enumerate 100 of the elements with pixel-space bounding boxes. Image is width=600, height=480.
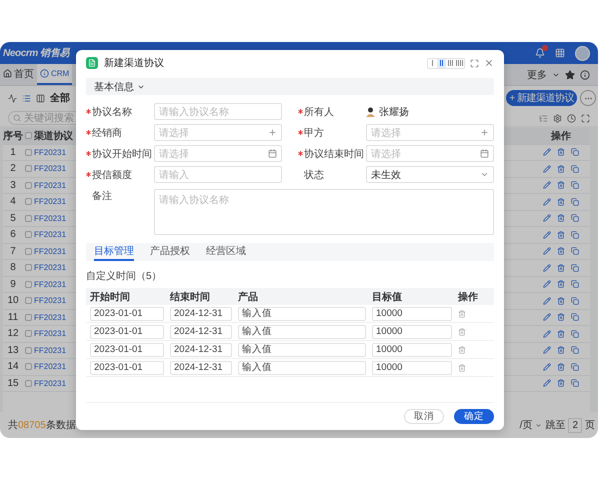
calendar-icon[interactable] [268, 149, 277, 158]
copy-icon[interactable] [571, 264, 579, 272]
agreement-link[interactable]: FF20231 [34, 230, 66, 240]
edit-icon[interactable] [543, 330, 551, 338]
agreement-link[interactable]: FF20231 [34, 148, 66, 157]
status-select[interactable]: 未生效 [366, 166, 494, 183]
delete-icon[interactable] [557, 362, 565, 371]
activity-icon[interactable] [8, 94, 17, 102]
row-checkbox[interactable] [25, 248, 32, 255]
layout-option[interactable] [455, 58, 464, 68]
edit-icon[interactable] [543, 379, 551, 388]
avatar[interactable] [575, 46, 590, 60]
info-icon[interactable] [580, 70, 590, 80]
copy-icon[interactable] [571, 230, 579, 239]
copy-icon[interactable] [571, 148, 579, 156]
edit-icon[interactable] [543, 214, 551, 222]
copy-icon[interactable] [571, 362, 579, 371]
agreement-link[interactable]: FF20231 [34, 312, 66, 322]
cancel-button[interactable]: 取消 [404, 409, 444, 424]
copy-icon[interactable] [571, 330, 579, 338]
delete-icon[interactable] [557, 198, 565, 206]
select-all-checkbox[interactable] [25, 132, 32, 140]
star-icon[interactable] [565, 70, 575, 80]
agreement-link[interactable]: FF20231 [34, 164, 66, 174]
plus-icon[interactable] [268, 128, 277, 137]
page-input[interactable]: 2 [568, 418, 582, 432]
agreement-link[interactable]: FF20231 [34, 378, 66, 388]
copy-icon[interactable] [571, 181, 579, 190]
list-icon[interactable] [22, 94, 31, 102]
copy-icon[interactable] [571, 313, 579, 322]
delete-icon[interactable] [557, 148, 565, 156]
agreement-link[interactable]: FF20231 [34, 362, 66, 372]
row-checkbox[interactable] [25, 380, 32, 387]
delete-icon[interactable] [557, 164, 565, 173]
end-date-field[interactable]: 2024-12-31 [170, 342, 232, 356]
start-date-field[interactable]: 2023-01-01 [90, 360, 164, 374]
delete-icon[interactable] [458, 364, 466, 372]
fullscreen-icon[interactable] [581, 114, 590, 122]
edit-icon[interactable] [543, 247, 551, 256]
tab[interactable]: 经营区域 [206, 243, 246, 261]
product-field[interactable]: 输入值 [238, 342, 366, 356]
close-icon[interactable] [484, 58, 494, 68]
row-checkbox[interactable] [25, 182, 32, 189]
copy-icon[interactable] [571, 198, 579, 206]
product-field[interactable]: 输入值 [238, 360, 366, 374]
copy-icon[interactable] [571, 296, 579, 305]
copy-icon[interactable] [571, 214, 579, 222]
edit-icon[interactable] [543, 164, 551, 173]
plus-icon[interactable] [480, 128, 489, 137]
copy-icon[interactable] [571, 280, 579, 288]
edit-icon[interactable] [543, 181, 551, 190]
agreement-link[interactable]: FF20231 [34, 263, 66, 272]
end-date-field[interactable]: 2024-12-31 [170, 360, 232, 374]
target-field[interactable]: 10000 [372, 324, 452, 338]
agreement-link[interactable]: FF20231 [34, 280, 66, 289]
row-checkbox[interactable] [25, 264, 32, 272]
fullscreen-icon[interactable] [470, 58, 479, 68]
agreement-link[interactable]: FF20231 [34, 346, 66, 355]
copy-icon[interactable] [571, 346, 579, 354]
edit-icon[interactable] [543, 198, 551, 206]
delete-icon[interactable] [458, 310, 466, 318]
row-checkbox[interactable] [25, 280, 32, 288]
row-checkbox[interactable] [25, 148, 32, 156]
delete-icon[interactable] [557, 330, 565, 338]
delete-icon[interactable] [557, 346, 565, 354]
target-field[interactable]: 10000 [372, 342, 452, 356]
row-checkbox[interactable] [25, 297, 32, 304]
edit-icon[interactable] [543, 362, 551, 371]
agreement-link[interactable]: FF20231 [34, 197, 66, 206]
layout-option[interactable] [446, 58, 455, 68]
grid-icon[interactable] [555, 48, 565, 58]
agreement-link[interactable]: FF20231 [34, 329, 66, 338]
end-date-field[interactable]: 2024-12-31 [170, 306, 232, 320]
delete-icon[interactable] [557, 379, 565, 388]
edit-icon[interactable] [543, 346, 551, 354]
product-field[interactable]: 输入值 [238, 306, 366, 320]
target-field[interactable]: 10000 [372, 306, 452, 320]
agreement-link[interactable]: FF20231 [34, 246, 66, 256]
layout-option[interactable] [437, 58, 446, 68]
start-date-field[interactable]: 2023-01-01 [90, 342, 164, 356]
edit-icon[interactable] [543, 264, 551, 272]
start-date-field[interactable]: 2023-01-01 [90, 306, 164, 320]
product-field[interactable]: 输入值 [238, 324, 366, 338]
delete-icon[interactable] [557, 181, 565, 190]
new-agreement-button[interactable]: + 新建渠道协议 [506, 90, 577, 106]
confirm-button[interactable]: 确定 [454, 409, 494, 424]
delete-icon[interactable] [557, 280, 565, 288]
edit-icon[interactable] [543, 280, 551, 288]
delete-icon[interactable] [557, 214, 565, 222]
settings-icon[interactable] [553, 114, 562, 122]
calendar-icon[interactable] [480, 149, 489, 158]
tab[interactable]: 产品授权 [150, 243, 190, 261]
tab[interactable]: 目标管理 [94, 243, 134, 261]
view-title[interactable]: 全部 [50, 91, 70, 105]
bell-icon[interactable] [535, 48, 545, 58]
copy-icon[interactable] [571, 164, 579, 173]
agreement-link[interactable]: FF20231 [34, 180, 66, 190]
delete-icon[interactable] [458, 346, 466, 354]
row-checkbox[interactable] [25, 231, 32, 238]
delete-icon[interactable] [557, 296, 565, 305]
